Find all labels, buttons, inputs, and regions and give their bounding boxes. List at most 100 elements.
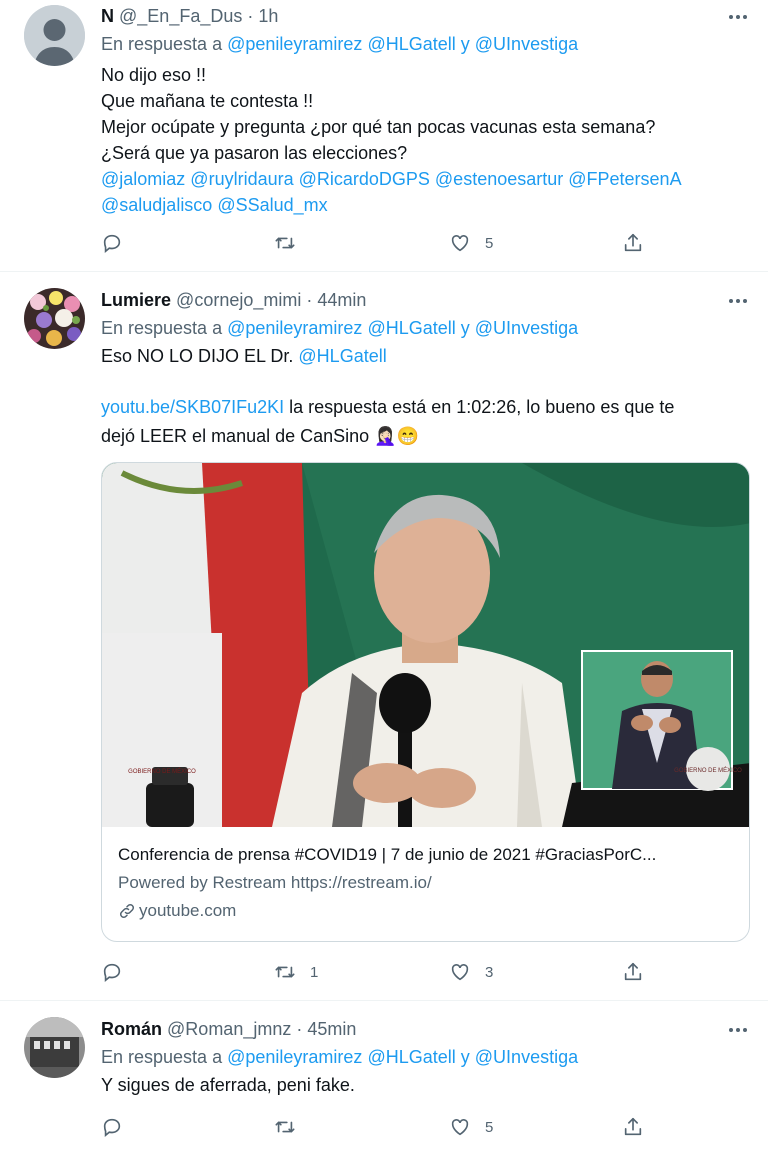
timestamp[interactable]: · 44min [306,290,366,310]
avatar[interactable] [24,5,85,66]
card-meta: Conferencia de prensa #COVID19 | 7 de ju… [118,841,656,925]
mention-link[interactable]: @UInvestiga [475,318,578,338]
share-button[interactable] [622,1113,644,1141]
more-icon[interactable] [728,1025,748,1035]
retweet-button[interactable]: 1 [274,958,318,986]
mention-link[interactable]: @HLGatell [298,346,386,366]
reply-context: En respuesta a @penileyramirez @HLGatell… [101,316,578,340]
retweet-icon [274,1116,296,1138]
display-name[interactable]: Lumiere [101,290,171,310]
tweet-header: Lumiere @cornejo_mimi · 44min [101,288,366,312]
share-icon [622,232,644,254]
reply-and: y [460,318,470,338]
tweet-text: No dijo eso !! Que mañana te contesta !!… [101,62,751,218]
link-preview-card[interactable]: GOBIERNO DE MÉXICO GOBIERNO DE MÉXICO Co… [101,462,750,942]
mention-link[interactable]: @UInvestiga [475,1047,578,1067]
avatar[interactable] [24,1017,85,1078]
text-line: Eso NO LO DIJO EL Dr. @HLGatell [101,343,751,369]
mention-links[interactable]: @saludjalisco @SSalud_mx [101,192,751,218]
like-icon [449,1116,471,1138]
text-line: Y sigues de aferrada, peni fake. [101,1075,355,1095]
tweet-text: Eso NO LO DIJO EL Dr. @HLGatell youtu.be… [101,343,751,449]
text-line: No dijo eso !! [101,65,207,85]
reply-icon [101,1116,123,1138]
share-button[interactable] [622,229,644,257]
more-icon[interactable] [728,296,748,306]
user-handle[interactable]: @cornejo_mimi [176,290,301,310]
tweet-actions: 5 [101,229,661,257]
domain-text: youtube.com [139,901,237,920]
like-icon [449,961,471,983]
tweet-actions: 5 [101,1113,661,1141]
seal-logo: GOBIERNO DE MÉXICO [674,767,742,774]
text-segment: Eso NO LO DIJO EL Dr. [101,346,294,366]
card-domain: youtube.com [118,897,656,925]
reply-prefix: En respuesta a [101,1047,223,1067]
user-handle[interactable]: @Roman_jmnz [167,1019,291,1039]
reply-button[interactable] [101,1113,137,1141]
tweet[interactable]: Lumiere @cornejo_mimi · 44min En respues… [0,272,768,1001]
retweet-count: 1 [310,963,319,981]
retweet-button[interactable] [274,1113,310,1141]
like-count: 5 [485,1118,494,1136]
like-button[interactable]: 3 [449,958,493,986]
text-segment: la respuesta está en 1:02:26, lo bueno e… [284,397,675,417]
card-title[interactable]: Conferencia de prensa #COVID19 | 7 de ju… [118,841,656,869]
text-line: Que mañana te contesta !! [101,91,314,111]
reply-icon [101,232,123,254]
mention-link[interactable]: @penileyramirez [227,34,362,54]
display-name[interactable]: N [101,6,114,26]
like-count: 5 [485,234,494,252]
mention-links[interactable]: @jalomiaz @ruylridaura @RicardoDGPS @est… [101,166,751,192]
reply-and: y [460,34,470,54]
tweet[interactable]: Román @Roman_jmnz · 45min En respuesta a… [0,1001,768,1156]
building-avatar-icon [24,1017,85,1078]
flag-logo: GOBIERNO DE MÉXICO [128,768,196,775]
tweet-text: Y sigues de aferrada, peni fake. [101,1072,751,1098]
share-button[interactable] [622,958,644,986]
tweet-header: N @_En_Fa_Dus · 1h [101,4,278,28]
user-handle[interactable]: @_En_Fa_Dus [119,6,242,26]
flowers-avatar-icon [24,288,85,349]
url-link[interactable]: youtu.be/SKB07IFu2KI [101,397,284,417]
reply-prefix: En respuesta a [101,34,223,54]
text-line: ¿Será que ya pasaron las elecciones? [101,143,408,163]
retweet-icon [274,232,296,254]
video-thumbnail[interactable]: GOBIERNO DE MÉXICO GOBIERNO DE MÉXICO [102,463,750,827]
mention-link[interactable]: @HLGatell [367,34,455,54]
mention-link[interactable]: @UInvestiga [475,34,578,54]
like-button[interactable]: 5 [449,229,493,257]
mention-link[interactable]: @HLGatell [367,318,455,338]
like-button[interactable]: 5 [449,1113,493,1141]
default-avatar-icon [24,5,85,66]
retweet-icon [274,961,296,983]
retweet-button[interactable] [274,229,310,257]
more-icon[interactable] [728,12,748,22]
timestamp[interactable]: · 45min [296,1019,356,1039]
text-line: dejó LEER el manual de CanSino 🤦🏻‍♀️😁 [101,426,419,446]
tweet-actions: 1 3 [101,958,661,986]
reply-context: En respuesta a @penileyramirez @HLGatell… [101,1045,578,1069]
like-icon [449,232,471,254]
tweet[interactable]: N @_En_Fa_Dus · 1h En respuesta a @penil… [0,0,768,272]
reply-and: y [460,1047,470,1067]
reply-prefix: En respuesta a [101,318,223,338]
card-description: Powered by Restream https://restream.io/ [118,873,432,892]
text-line: youtu.be/SKB07IFu2KI la respuesta está e… [101,394,751,420]
share-icon [622,961,644,983]
avatar[interactable] [24,288,85,349]
reply-button[interactable] [101,229,137,257]
mention-link[interactable]: @penileyramirez [227,1047,362,1067]
share-icon [622,1116,644,1138]
timestamp[interactable]: · 1h [247,6,278,26]
mention-link[interactable]: @penileyramirez [227,318,362,338]
display-name[interactable]: Román [101,1019,162,1039]
text-line: Mejor ocúpate y pregunta ¿por qué tan po… [101,117,656,137]
reply-context: En respuesta a @penileyramirez @HLGatell… [101,32,578,56]
mention-link[interactable]: @HLGatell [367,1047,455,1067]
like-count: 3 [485,963,494,981]
tweet-header: Román @Roman_jmnz · 45min [101,1017,356,1041]
link-icon [119,903,135,919]
reply-button[interactable] [101,958,137,986]
